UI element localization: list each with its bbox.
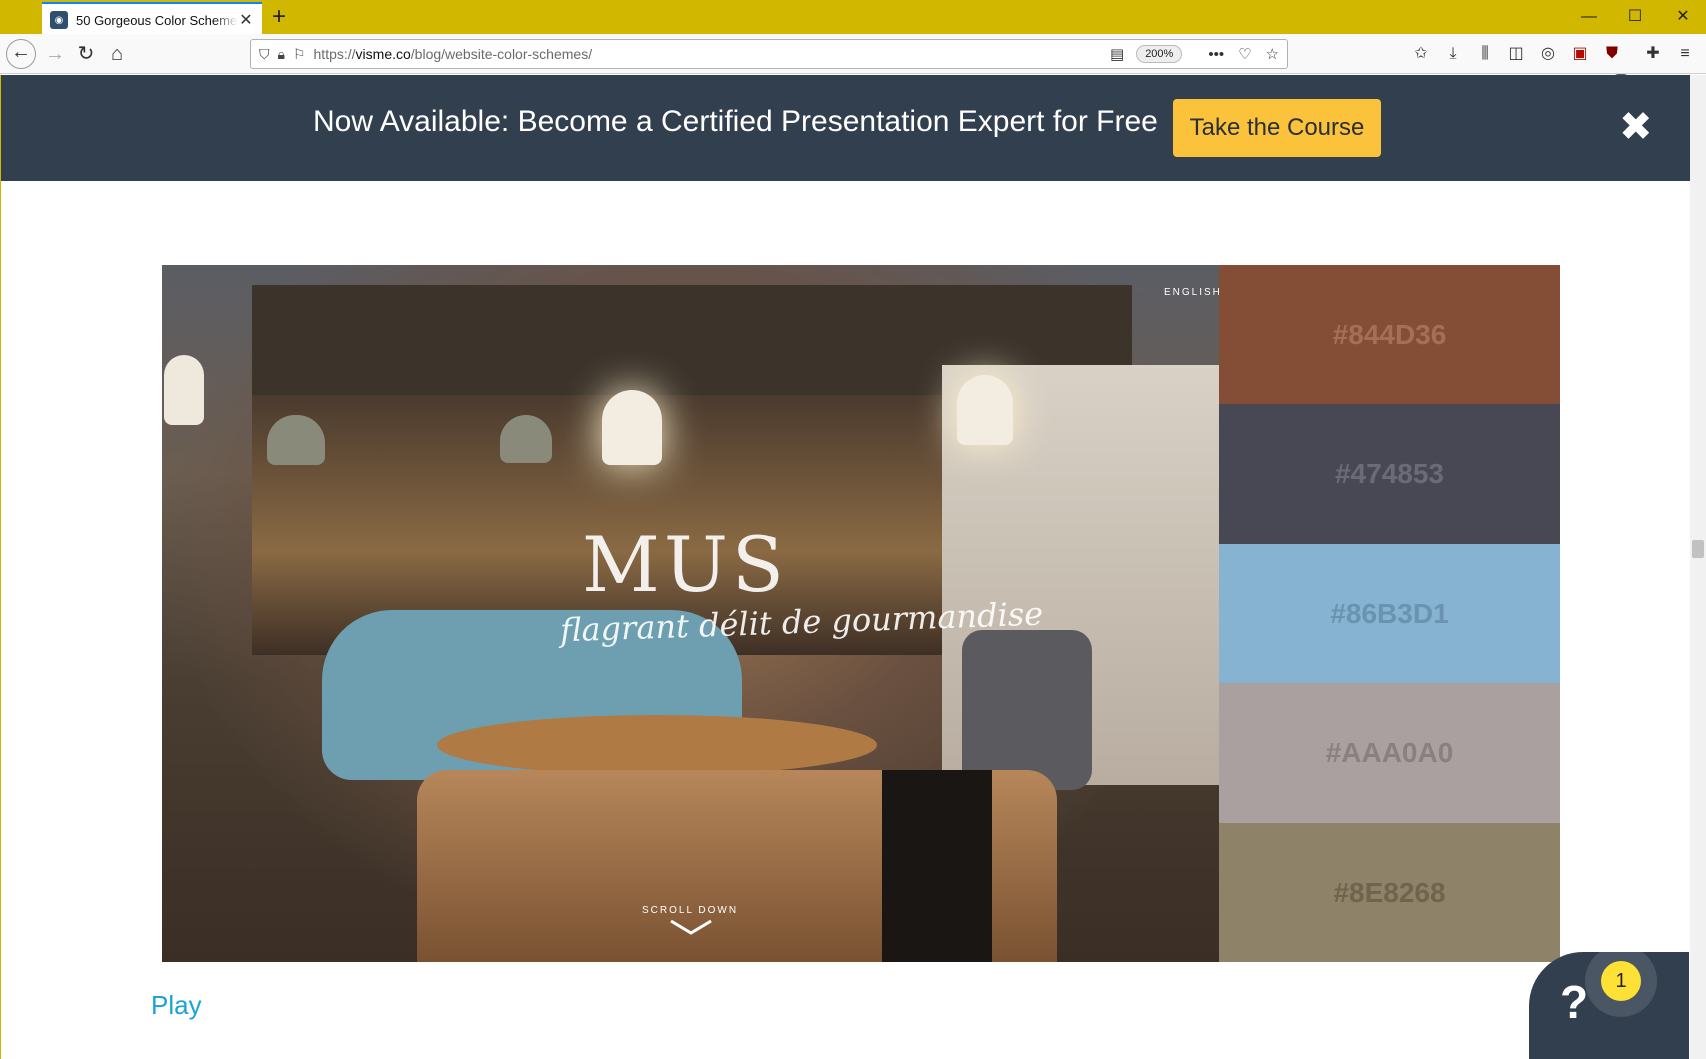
account-icon[interactable]: ◎ [1538, 44, 1558, 64]
url-domain: visme.co [355, 46, 411, 62]
maximize-button[interactable]: ☐ [1620, 6, 1650, 28]
reader-view-icon[interactable]: ▤ [1110, 45, 1124, 63]
color-swatch: #86B3D1 [1219, 543, 1560, 684]
sidebar-icon[interactable]: ◫ [1506, 44, 1526, 64]
zoom-level-button[interactable]: 200% [1136, 45, 1183, 63]
play-link[interactable]: Play [151, 990, 202, 1021]
swatch-hex: #474853 [1334, 458, 1444, 490]
notification-badge[interactable]: 1 [1601, 961, 1641, 1001]
url-text[interactable]: https://visme.co/blog/website-color-sche… [314, 46, 1096, 62]
photo-pendant-lamp [602, 390, 662, 465]
menu-icon[interactable]: ≡ [1675, 44, 1695, 64]
reload-button[interactable]: ↻ [73, 42, 99, 68]
swatch-hex: #8E8268 [1333, 876, 1446, 908]
forward-button[interactable]: → [42, 42, 68, 68]
color-swatch: #AAA0A0 [1219, 683, 1560, 823]
swatch-hex: #844D36 [1332, 319, 1447, 350]
close-window-button[interactable]: ✕ [1668, 6, 1698, 28]
tab-title: 50 Gorgeous Color Schemes From [76, 12, 238, 28]
browser-navbar: ← → ↻ ⌂ ⛉ 🔒︎ ⚐ https://visme.co/blog/web… [0, 34, 1706, 84]
browser-tab-active[interactable]: ◉ 50 Gorgeous Color Schemes From ✕ [42, 2, 262, 36]
tracking-protection-shield-icon[interactable]: ⛉ [259, 46, 270, 63]
bookmarks-menu-icon[interactable]: ✩ [1411, 44, 1431, 64]
pdf-icon[interactable]: ▣ [1570, 44, 1590, 64]
photo-pendant-lamp [957, 375, 1013, 445]
website-screenshot-photo: ENGLISH MUS flagrant délit de gourmandis… [162, 265, 1219, 962]
photo-pendant-lamp [267, 415, 325, 465]
photo-pendant-lamp [164, 355, 204, 425]
banner-close-icon[interactable]: ✖ [1619, 105, 1653, 149]
ublock-icon[interactable]: ⛊ [1602, 44, 1622, 64]
page-actions-icon[interactable]: ••• [1208, 46, 1224, 63]
visme-favicon-icon: ◉ [50, 11, 68, 29]
minimize-button[interactable]: — [1574, 6, 1604, 28]
photo-pendant-lamp [500, 415, 552, 463]
back-button[interactable]: ← [6, 39, 36, 69]
photo-coffee-table [437, 715, 877, 775]
home-button[interactable]: ⌂ [104, 42, 130, 68]
url-scheme: https:// [313, 46, 356, 62]
photo-scroll-down-label: SCROLL DOWN [642, 905, 739, 916]
swatch-hex: #AAA0A0 [1325, 737, 1454, 769]
promo-banner: Now Available: Become a Certified Presen… [1, 75, 1690, 181]
color-swatch: #8E8268 [1219, 822, 1560, 962]
color-scheme-figure: ENGLISH MUS flagrant délit de gourmandis… [162, 265, 1560, 962]
color-swatch: #474853 [1219, 404, 1560, 544]
pocket-icon[interactable]: ♡ [1238, 45, 1251, 63]
page-content: Now Available: Become a Certified Presen… [0, 75, 1690, 1059]
scrollbar-thumb[interactable] [1692, 540, 1704, 558]
downloads-icon[interactable]: ⤓ [1443, 44, 1463, 64]
photo-logo: MUS [582, 520, 788, 609]
extensions-icon[interactable]: ✚ [1643, 44, 1663, 64]
photo-grey-armchair [962, 630, 1092, 790]
swatch-hex: #86B3D1 [1330, 597, 1449, 629]
new-tab-button[interactable]: + [272, 4, 286, 30]
tab-close-icon[interactable]: ✕ [238, 10, 254, 30]
page-scrollbar[interactable] [1690, 75, 1706, 1059]
color-swatch-column: #844D36 #474853 #86B3D1 #AAA0A0 #8E8268 [1219, 265, 1560, 962]
bookmark-star-icon[interactable]: ☆ [1266, 45, 1279, 63]
take-the-course-button[interactable]: Take the Course [1173, 99, 1381, 157]
banner-text: Now Available: Become a Certified Presen… [313, 105, 1158, 138]
photo-language-link: ENGLISH [1164, 287, 1219, 298]
permissions-icon[interactable]: ⚐ [293, 46, 306, 63]
help-question-icon[interactable]: ? [1560, 975, 1588, 1029]
lock-icon[interactable]: 🔒︎ [278, 46, 285, 63]
address-bar[interactable]: ⛉ 🔒︎ ⚐ https://visme.co/blog/website-col… [250, 39, 1288, 69]
url-path: /blog/website-color-schemes/ [410, 46, 593, 62]
browser-titlebar: ◉ 50 Gorgeous Color Schemes From ✕ + — ☐… [0, 0, 1706, 36]
photo-black-strap [882, 770, 992, 962]
chevron-down-icon [670, 919, 712, 935]
library-icon[interactable]: ⫼ [1475, 44, 1495, 64]
color-swatch: #844D36 [1219, 265, 1560, 405]
